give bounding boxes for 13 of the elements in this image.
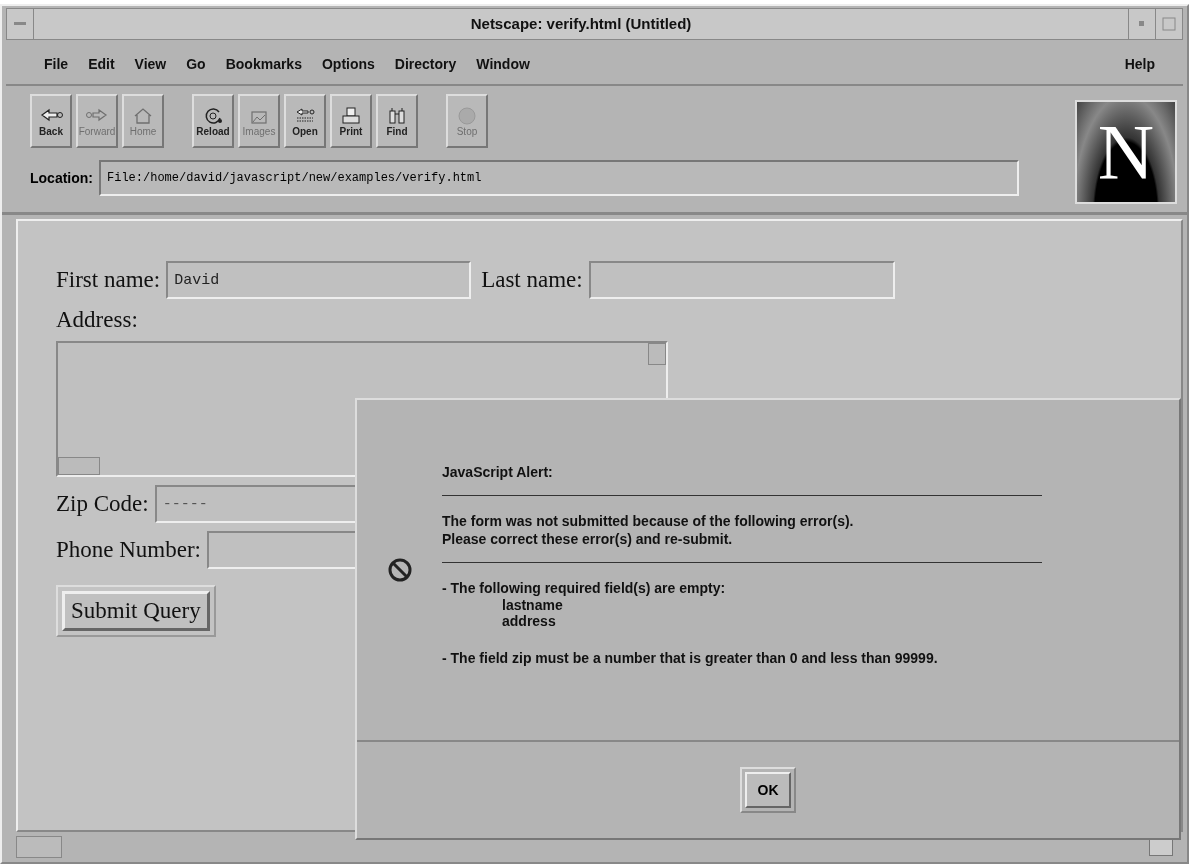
field-label: Zip Code: (56, 491, 149, 517)
alert-title: JavaScript Alert: (442, 463, 554, 481)
field-label: First name: (56, 267, 161, 293)
field-label: Address: (56, 307, 139, 333)
error-text: - The field zip must be a number that is greater than 0 and less than 99999. (442, 650, 938, 666)
alert-message: Please correct these error(s) and re-submit. (442, 530, 734, 548)
location-label: Location: (30, 170, 93, 186)
field-label: Phone Number: (56, 537, 201, 563)
error-text: - The following required field(s) are empty: (442, 580, 726, 596)
error-field-name: lastname (501, 597, 564, 613)
window-title: Netscape: verify.html (Untitled) (469, 14, 693, 34)
field-label: Last name: (481, 267, 583, 293)
error-field-name: address (501, 613, 557, 629)
